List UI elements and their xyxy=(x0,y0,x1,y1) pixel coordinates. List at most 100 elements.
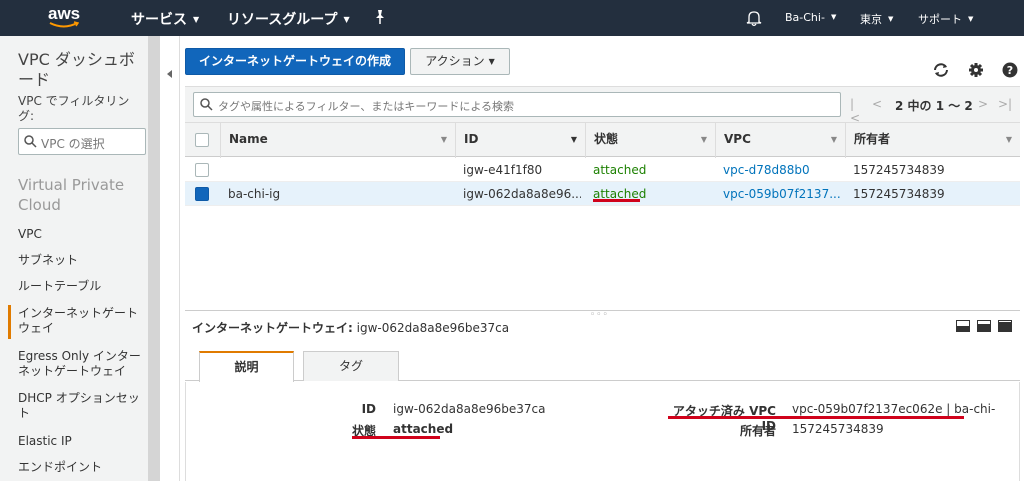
layout-full-icon[interactable] xyxy=(998,320,1012,332)
region-menu[interactable]: 東京 ▼ xyxy=(860,11,893,27)
sidebar-item-internet-gateways[interactable]: インターネットゲートウェイ xyxy=(18,306,143,336)
row-checkbox[interactable] xyxy=(195,187,209,201)
user-menu[interactable]: Ba-Chi- ▼ xyxy=(785,11,836,24)
sidebar-active-indicator xyxy=(8,305,11,339)
sort-icon: ▼ xyxy=(830,135,837,144)
chevron-down-icon: ▼ xyxy=(968,15,974,23)
create-internet-gateway-button[interactable]: インターネットゲートウェイの作成 xyxy=(185,48,405,75)
sidebar-item-endpoints[interactable]: エンドポイント xyxy=(18,460,143,475)
detail-tabs: 説明 タグ xyxy=(185,351,1020,382)
drag-handle-icon[interactable]: ◦◦◦ xyxy=(590,310,609,320)
services-menu-label: サービス xyxy=(131,12,187,28)
detail-title-label: インターネットゲートウェイ: xyxy=(192,321,353,335)
resource-groups-menu[interactable]: リソースグループ ▼ xyxy=(227,9,350,29)
tab-description[interactable]: 説明 xyxy=(199,351,294,382)
sidebar-item-subnets[interactable]: サブネット xyxy=(18,253,143,268)
region-menu-label: 東京 xyxy=(860,13,882,26)
sort-icon: ▼ xyxy=(1005,135,1012,144)
support-menu[interactable]: サポート ▼ xyxy=(918,11,973,27)
sidebar-item-elastic-ip[interactable]: Elastic IP xyxy=(18,434,143,449)
table-row[interactable]: igw-e41f1f80 attached vpc-d78d88b0 15724… xyxy=(185,158,1020,182)
support-menu-label: サポート xyxy=(918,13,962,26)
cell-vpc-link[interactable]: vpc-059b07f2137... xyxy=(723,187,841,201)
sidebar-title[interactable]: VPC ダッシュボード xyxy=(18,50,143,90)
aws-smile-icon xyxy=(49,21,79,28)
actions-button[interactable]: アクション ▼ xyxy=(410,48,510,75)
chevron-down-icon: ▼ xyxy=(343,15,350,24)
svg-text:?: ? xyxy=(1007,64,1013,77)
cell-owner: 157245734839 xyxy=(853,187,945,201)
search-icon xyxy=(200,98,213,111)
services-menu[interactable]: サービス ▼ xyxy=(131,9,199,29)
column-header-vpc[interactable]: VPC ▼ xyxy=(715,123,845,158)
last-page-icon[interactable]: >| xyxy=(998,97,1012,111)
sidebar: VPC ダッシュボード VPC でフィルタリング: VPC の選択 Virtua… xyxy=(0,36,160,481)
actions-button-label: アクション xyxy=(425,54,485,68)
help-icon[interactable]: ? xyxy=(1002,62,1018,78)
column-header-name-label: Name xyxy=(229,132,268,146)
vpc-filter-label: VPC でフィルタリング: xyxy=(18,94,130,123)
detail-title: インターネットゲートウェイ: igw-062da8a8e96be37ca xyxy=(192,319,509,336)
owner-value: 157245734839 xyxy=(792,422,884,436)
chevron-down-icon: ▼ xyxy=(830,13,837,21)
column-header-id-label: ID xyxy=(464,132,479,146)
bell-icon[interactable] xyxy=(746,9,762,27)
table-row[interactable]: ba-chi-ig igw-062da8a8e96... attached vp… xyxy=(185,182,1020,206)
column-header-id[interactable]: ID ▼ xyxy=(455,123,585,158)
attached-vpc-link[interactable]: vpc-059b07f2137ec062e | ba-chi- xyxy=(792,402,995,416)
sidebar-collapse-handle[interactable] xyxy=(160,36,180,481)
search-icon xyxy=(24,135,37,148)
resource-groups-menu-label: リソースグループ xyxy=(227,12,338,28)
next-page-icon[interactable]: > xyxy=(978,97,988,111)
highlight-underline xyxy=(593,199,640,202)
column-header-owner-label: 所有者 xyxy=(854,132,891,146)
filter-row: タグや属性によるフィルター、またはキーワードによる検索 |< < 2 中の 1 … xyxy=(185,86,1020,125)
layout-bottom-icon[interactable] xyxy=(956,320,970,332)
id-value: igw-062da8a8e96be37ca xyxy=(393,402,546,416)
row-checkbox[interactable] xyxy=(195,163,209,177)
first-page-icon[interactable]: |< xyxy=(850,97,860,125)
search-input[interactable]: タグや属性によるフィルター、またはキーワードによる検索 xyxy=(193,92,841,117)
pane-layout-icons[interactable] xyxy=(956,320,1012,332)
cell-name: ba-chi-ig xyxy=(228,187,281,201)
layout-middle-icon[interactable] xyxy=(977,320,991,332)
refresh-icon[interactable] xyxy=(932,62,950,78)
vpc-select-placeholder: VPC の選択 xyxy=(41,137,105,151)
sidebar-item-dhcp-options[interactable]: DHCP オプションセット xyxy=(18,391,143,421)
top-navigation-bar: aws サービス ▼ リソースグループ ▼ Ba-Chi- ▼ 東京 ▼ サポート ▼ xyxy=(0,0,1024,36)
sidebar-item-route-tables[interactable]: ルートテーブル xyxy=(18,279,143,294)
table-header: Name ▼ ID ▼ 状態 ▼ VPC ▼ 所有者 ▼ xyxy=(185,122,1020,158)
sort-icon: ▼ xyxy=(570,135,577,144)
sidebar-item-vpc[interactable]: VPC xyxy=(18,227,143,242)
select-all-checkbox[interactable] xyxy=(195,133,209,147)
column-header-name[interactable]: Name ▼ xyxy=(220,123,455,158)
owner-label: 所有者 xyxy=(739,424,776,438)
chevron-left-icon xyxy=(167,70,172,78)
id-label: ID xyxy=(361,402,376,416)
aws-logo[interactable]: aws xyxy=(48,4,88,32)
chevron-down-icon: ▼ xyxy=(488,57,495,66)
column-header-vpc-label: VPC xyxy=(724,132,751,146)
vpc-select-input[interactable]: VPC の選択 xyxy=(18,128,146,155)
chevron-down-icon: ▼ xyxy=(888,15,894,23)
gear-icon[interactable] xyxy=(968,62,984,78)
page-indicator: 2 中の 1 ～ 2 xyxy=(895,99,973,113)
column-header-owner[interactable]: 所有者 ▼ xyxy=(845,123,1020,158)
sidebar-item-egress-only-igw[interactable]: Egress Only インターネットゲートウェイ xyxy=(18,349,143,379)
pin-icon[interactable] xyxy=(373,9,387,25)
prev-page-icon[interactable]: < xyxy=(872,97,882,111)
column-header-state[interactable]: 状態 ▼ xyxy=(585,123,715,158)
detail-title-value: igw-062da8a8e96be37ca xyxy=(356,321,510,335)
detail-body: ID igw-062da8a8e96be37ca 状態 attached アタッ… xyxy=(185,382,1020,481)
highlight-underline xyxy=(668,416,964,419)
search-placeholder: タグや属性によるフィルター、またはキーワードによる検索 xyxy=(218,100,515,113)
chevron-down-icon: ▼ xyxy=(193,15,200,24)
cell-vpc-link[interactable]: vpc-d78d88b0 xyxy=(723,163,810,177)
sidebar-scrollbar[interactable] xyxy=(148,36,160,481)
cell-state: attached xyxy=(593,163,647,177)
sort-icon: ▼ xyxy=(440,135,447,144)
cell-owner: 157245734839 xyxy=(853,163,945,177)
highlight-underline xyxy=(352,436,440,439)
tab-tags[interactable]: タグ xyxy=(303,351,399,381)
cell-id: igw-e41f1f80 xyxy=(463,163,543,177)
